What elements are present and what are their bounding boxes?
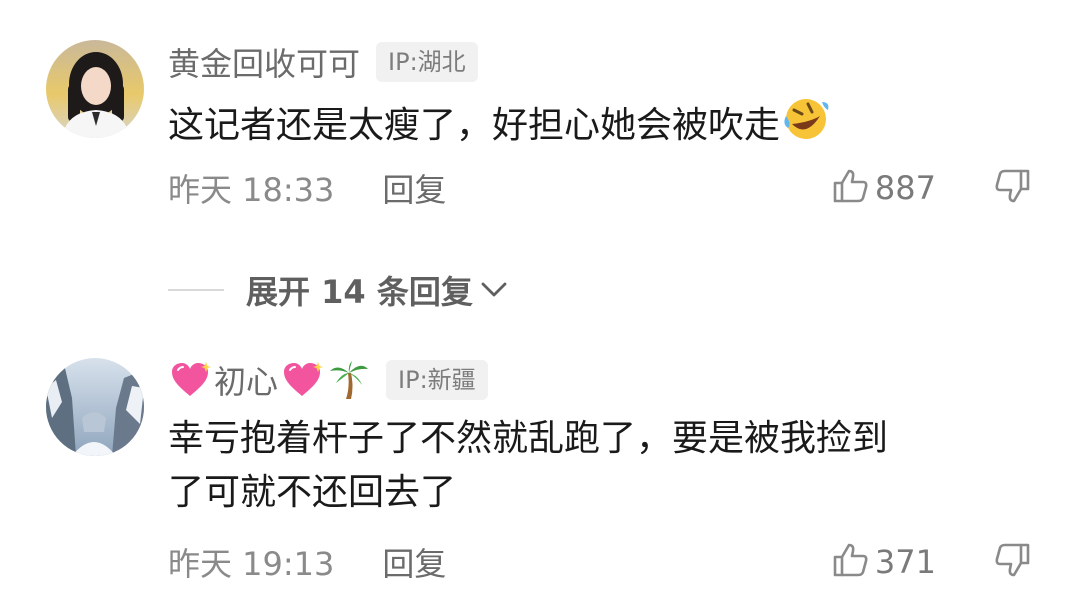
chevron-down-icon [479, 280, 509, 300]
comment-header: 初心 IP:新疆 [168, 357, 488, 403]
palm-tree-emoji [328, 359, 370, 401]
comment-text-line: 了可就不还回去了 [168, 472, 457, 513]
expand-replies-label: 展开 14 条回复 [246, 273, 473, 311]
thumbs-down-outline-icon [994, 167, 1032, 209]
avatar[interactable] [46, 358, 144, 456]
avatar[interactable] [46, 40, 144, 138]
avatar-photo [46, 358, 144, 456]
avatar-photo [46, 40, 144, 138]
ip-location-tag: IP:湖北 [376, 42, 478, 82]
reply-button[interactable]: 回复 [382, 165, 446, 211]
comment-text: 这记者还是太瘦了，好担心她会被吹走 [168, 96, 832, 158]
like-count: 887 [874, 169, 936, 207]
comment-text-content: 这记者还是太瘦了，好担心她会被吹走 [168, 105, 781, 146]
comment-header: 黄金回收可可 IP:湖北 [168, 39, 478, 85]
like-count: 371 [874, 543, 936, 581]
thumbs-up-outline-icon [831, 541, 869, 583]
username-container[interactable]: 初心 [168, 357, 370, 403]
thumbs-down-outline-icon [994, 541, 1032, 583]
comment-footer: 昨天 19:13 回复 371 [168, 537, 1032, 587]
expand-replies-button[interactable]: 展开 14 条回复 [168, 266, 509, 314]
comment-time: 昨天 18:33 [168, 171, 335, 209]
comment-text-line: 幸亏抱着杆子了不然就乱跑了，要是被我捡到 [168, 418, 889, 459]
reply-button[interactable]: 回复 [382, 539, 446, 585]
comment-text: 幸亏抱着杆子了不然就乱跑了，要是被我捡到 了可就不还回去了 [168, 412, 888, 520]
thumbs-up-outline-icon [831, 167, 869, 209]
username[interactable]: 黄金回收可可 [168, 39, 360, 85]
dislike-button[interactable] [994, 167, 1032, 209]
sparkling-heart-emoji [168, 360, 212, 400]
dislike-button[interactable] [994, 541, 1032, 583]
comment-time: 昨天 19:13 [168, 545, 335, 583]
like-button[interactable]: 887 [831, 167, 936, 209]
like-button[interactable]: 371 [831, 541, 936, 583]
divider-line [168, 289, 224, 291]
username: 初心 [214, 363, 279, 401]
comment-footer: 昨天 18:33 回复 887 [168, 163, 1032, 213]
sparkling-heart-emoji [280, 360, 324, 400]
rolling-on-floor-laughing-emoji [780, 96, 832, 158]
ip-location-tag: IP:新疆 [386, 360, 488, 400]
